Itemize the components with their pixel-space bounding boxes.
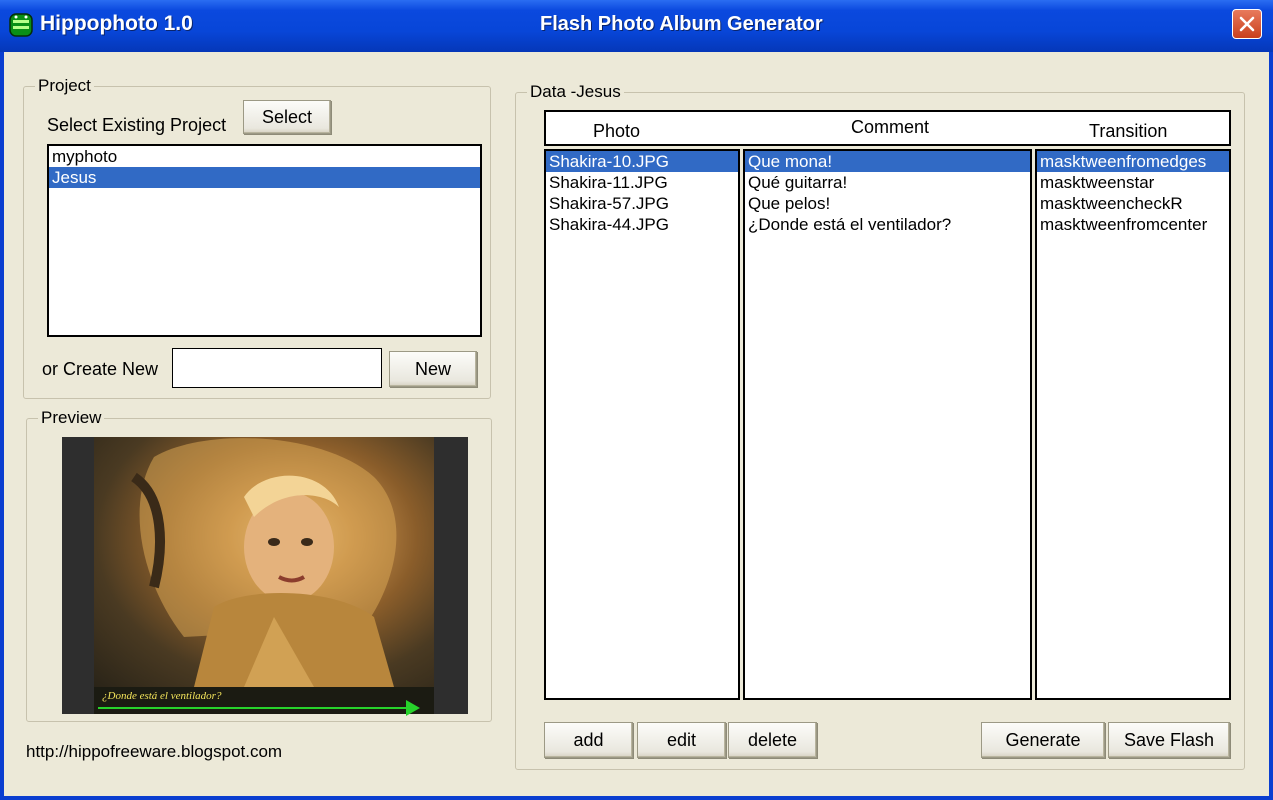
preview-image: ¿Donde está el ventilador?	[62, 437, 468, 716]
preview-caption-bar: ¿Donde está el ventilador?	[94, 687, 434, 716]
new-button[interactable]: New	[389, 351, 477, 387]
comment-item[interactable]: Que pelos!	[745, 193, 1030, 214]
project-legend: Project	[35, 76, 94, 96]
project-item-myphoto[interactable]: myphoto	[49, 146, 480, 167]
hippo-app-icon	[8, 11, 34, 39]
generate-button[interactable]: Generate	[981, 722, 1105, 758]
select-button[interactable]: Select	[243, 100, 331, 134]
transition-list[interactable]: masktweenfromedges masktweenstar masktwe…	[1035, 149, 1231, 700]
client-area: Project Select Existing Project Select m…	[4, 52, 1269, 796]
add-button[interactable]: add	[544, 722, 633, 758]
comment-item[interactable]: Que mona!	[745, 151, 1030, 172]
column-header-transition[interactable]: Transition	[1089, 121, 1167, 142]
column-header-bar: Photo Comment Transition	[544, 110, 1231, 146]
save-flash-button[interactable]: Save Flash	[1108, 722, 1230, 758]
close-icon	[1239, 16, 1255, 32]
photo-item[interactable]: Shakira-11.JPG	[546, 172, 738, 193]
preview-progress-line	[98, 707, 416, 709]
preview-caption: ¿Donde está el ventilador?	[102, 690, 222, 702]
window-subtitle: Flash Photo Album Generator	[540, 13, 823, 35]
transition-item[interactable]: masktweenfromcenter	[1037, 214, 1229, 235]
comment-item[interactable]: ¿Donde está el ventilador?	[745, 214, 1030, 235]
photo-list[interactable]: Shakira-10.JPG Shakira-11.JPG Shakira-57…	[544, 149, 740, 700]
column-header-photo[interactable]: Photo	[593, 121, 640, 142]
select-existing-label: Select Existing Project	[47, 115, 227, 135]
transition-item[interactable]: masktweenstar	[1037, 172, 1229, 193]
create-new-label: or Create New	[42, 359, 159, 379]
delete-button[interactable]: delete	[728, 722, 817, 758]
title-bar[interactable]: Hippophoto 1.0 Flash Photo Album Generat…	[0, 0, 1273, 52]
transition-item[interactable]: masktweencheckR	[1037, 193, 1229, 214]
photo-item[interactable]: Shakira-57.JPG	[546, 193, 738, 214]
window-title: Hippophoto 1.0	[40, 12, 193, 35]
photo-item[interactable]: Shakira-44.JPG	[546, 214, 738, 235]
preview-legend: Preview	[38, 408, 105, 428]
project-list[interactable]: myphoto Jesus	[47, 144, 482, 337]
project-item-jesus[interactable]: Jesus	[49, 167, 480, 188]
column-header-comment[interactable]: Comment	[851, 117, 929, 138]
comment-item[interactable]: Qué guitarra!	[745, 172, 1030, 193]
new-project-name-input[interactable]	[172, 348, 382, 388]
data-legend: Data -Jesus	[527, 82, 624, 102]
preview-photo	[94, 437, 434, 687]
website-url: http://hippofreeware.blogspot.com	[26, 742, 283, 761]
transition-item[interactable]: masktweenfromedges	[1037, 151, 1229, 172]
app-window: Hippophoto 1.0 Flash Photo Album Generat…	[0, 0, 1273, 800]
play-arrow-icon	[406, 700, 420, 716]
edit-button[interactable]: edit	[637, 722, 726, 758]
photo-item[interactable]: Shakira-10.JPG	[546, 151, 738, 172]
close-button[interactable]	[1232, 9, 1262, 39]
comment-list[interactable]: Que mona! Qué guitarra! Que pelos! ¿Dond…	[743, 149, 1032, 700]
